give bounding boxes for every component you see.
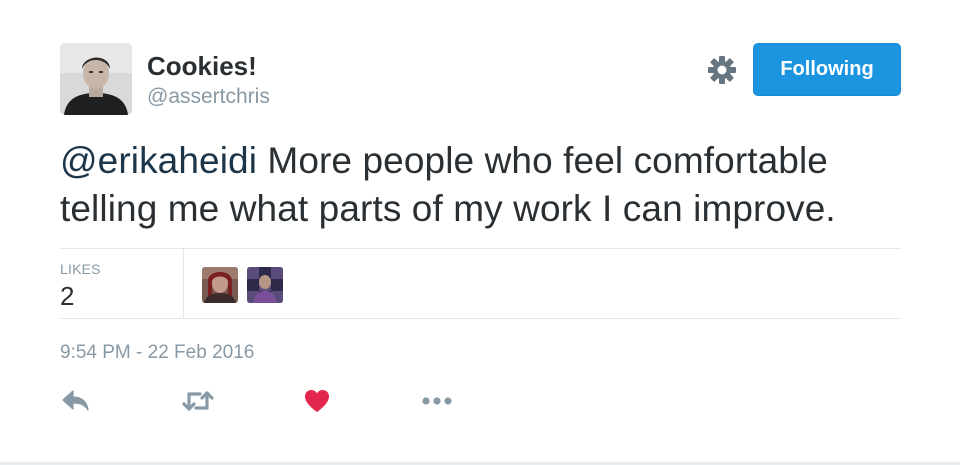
likes-label[interactable]: LIKES (60, 261, 101, 277)
tweet-card: Cookies! @assertchris Following @erikahe… (0, 0, 960, 465)
like-button[interactable] (302, 386, 332, 416)
retweet-icon (182, 391, 214, 411)
liker-avatar[interactable] (202, 267, 238, 303)
display-name[interactable]: Cookies! (147, 51, 257, 81)
reply-icon (62, 390, 89, 411)
gear-icon[interactable] (706, 54, 738, 86)
more-icon (422, 397, 452, 405)
username[interactable]: @assertchris (147, 85, 270, 109)
tweet-stats: LIKES 2 (60, 248, 901, 319)
tweet-timestamp[interactable]: 9:54 PM - 22 Feb 2016 (60, 342, 254, 364)
likes-count[interactable]: 2 (60, 281, 74, 311)
more-button[interactable] (421, 386, 453, 416)
avatar-photo (60, 43, 132, 115)
heart-icon (305, 390, 329, 412)
retweet-button[interactable] (181, 386, 215, 416)
tweet-text: @erikaheidi More people who feel comfort… (60, 137, 920, 233)
stats-divider (183, 249, 184, 318)
avatar[interactable] (60, 43, 132, 115)
reply-button[interactable] (60, 386, 92, 416)
mention-link[interactable]: @erikaheidi (60, 140, 257, 181)
liker-avatar[interactable] (247, 267, 283, 303)
following-button[interactable]: Following (753, 43, 901, 96)
